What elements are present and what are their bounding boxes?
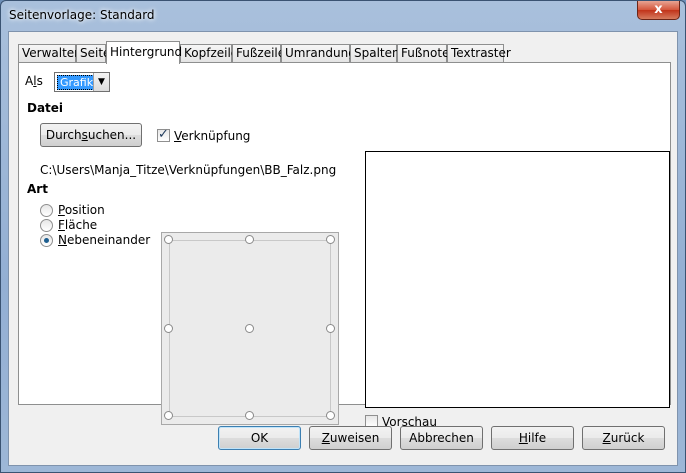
tab-textraster[interactable]: Textraster — [447, 44, 511, 63]
link-checkbox[interactable] — [157, 127, 170, 142]
radio-flaeche-label: Fläche — [58, 218, 98, 232]
radio-flaeche[interactable] — [40, 219, 53, 232]
tab-hintergrund[interactable]: Hintergrund — [106, 41, 182, 64]
chevron-down-icon[interactable]: ▼ — [93, 73, 109, 91]
tab-spalten[interactable]: Spalten — [350, 44, 400, 63]
position-top-center[interactable] — [245, 235, 254, 244]
datei-heading: Datei — [27, 101, 64, 115]
radio-nebeneinander-label: Nebeneinander — [58, 233, 151, 247]
tab-kopfzeile[interactable]: Kopfzeile — [180, 44, 238, 63]
help-button[interactable]: Hilfe — [491, 426, 574, 450]
dialog-client: Verwalten Seite Hintergrund Kopfzeile Fu… — [8, 31, 678, 466]
tab-fussnote[interactable]: Fußnote — [397, 44, 449, 63]
file-path: C:\Users\Manja_Titze\Verknüpfungen\BB_Fa… — [40, 163, 337, 177]
position-center[interactable] — [245, 324, 254, 333]
radio-position-label: Position — [58, 203, 105, 217]
tab-verwalten[interactable]: Verwalten — [18, 44, 82, 63]
preview-area — [365, 151, 670, 408]
tab-page-hintergrund: Als Grafik ▼ Datei Durchsuchen... Verknü… — [18, 62, 671, 429]
position-bottom-left[interactable] — [164, 411, 173, 420]
cancel-button[interactable]: Abbrechen — [400, 426, 483, 450]
als-select[interactable]: Grafik ▼ — [54, 72, 110, 92]
position-middle-left[interactable] — [164, 324, 173, 333]
reset-button[interactable]: Zuweisen — [309, 426, 392, 450]
position-bottom-center[interactable] — [245, 411, 254, 420]
radio-position[interactable] — [40, 204, 53, 217]
position-middle-right[interactable] — [326, 324, 335, 333]
tab-seite[interactable]: Seite — [76, 44, 110, 63]
position-top-right[interactable] — [326, 235, 335, 244]
tab-umrandung[interactable]: Umrandung — [281, 44, 356, 63]
ok-button[interactable]: OK — [218, 426, 301, 450]
tab-fusszeile[interactable]: Fußzeile — [232, 44, 285, 63]
link-label: Verknüpfung — [174, 129, 251, 143]
als-label: Als — [25, 74, 43, 88]
title-bar[interactable]: Seitenvorlage: Standard x — [1, 1, 685, 31]
radio-nebeneinander[interactable] — [40, 234, 53, 247]
close-button[interactable]: x — [637, 1, 680, 20]
als-select-value: Grafik — [57, 75, 97, 90]
close-icon: x — [654, 2, 663, 17]
dialog-window: Seitenvorlage: Standard x Verwalten Seit… — [0, 0, 686, 473]
art-heading: Art — [27, 182, 48, 196]
back-button[interactable]: Zurück — [582, 426, 665, 450]
browse-button[interactable]: Durchsuchen... — [40, 123, 142, 147]
position-bottom-right[interactable] — [326, 411, 335, 420]
position-top-left[interactable] — [164, 235, 173, 244]
position-grid — [161, 232, 339, 425]
window-title: Seitenvorlage: Standard — [9, 8, 155, 22]
